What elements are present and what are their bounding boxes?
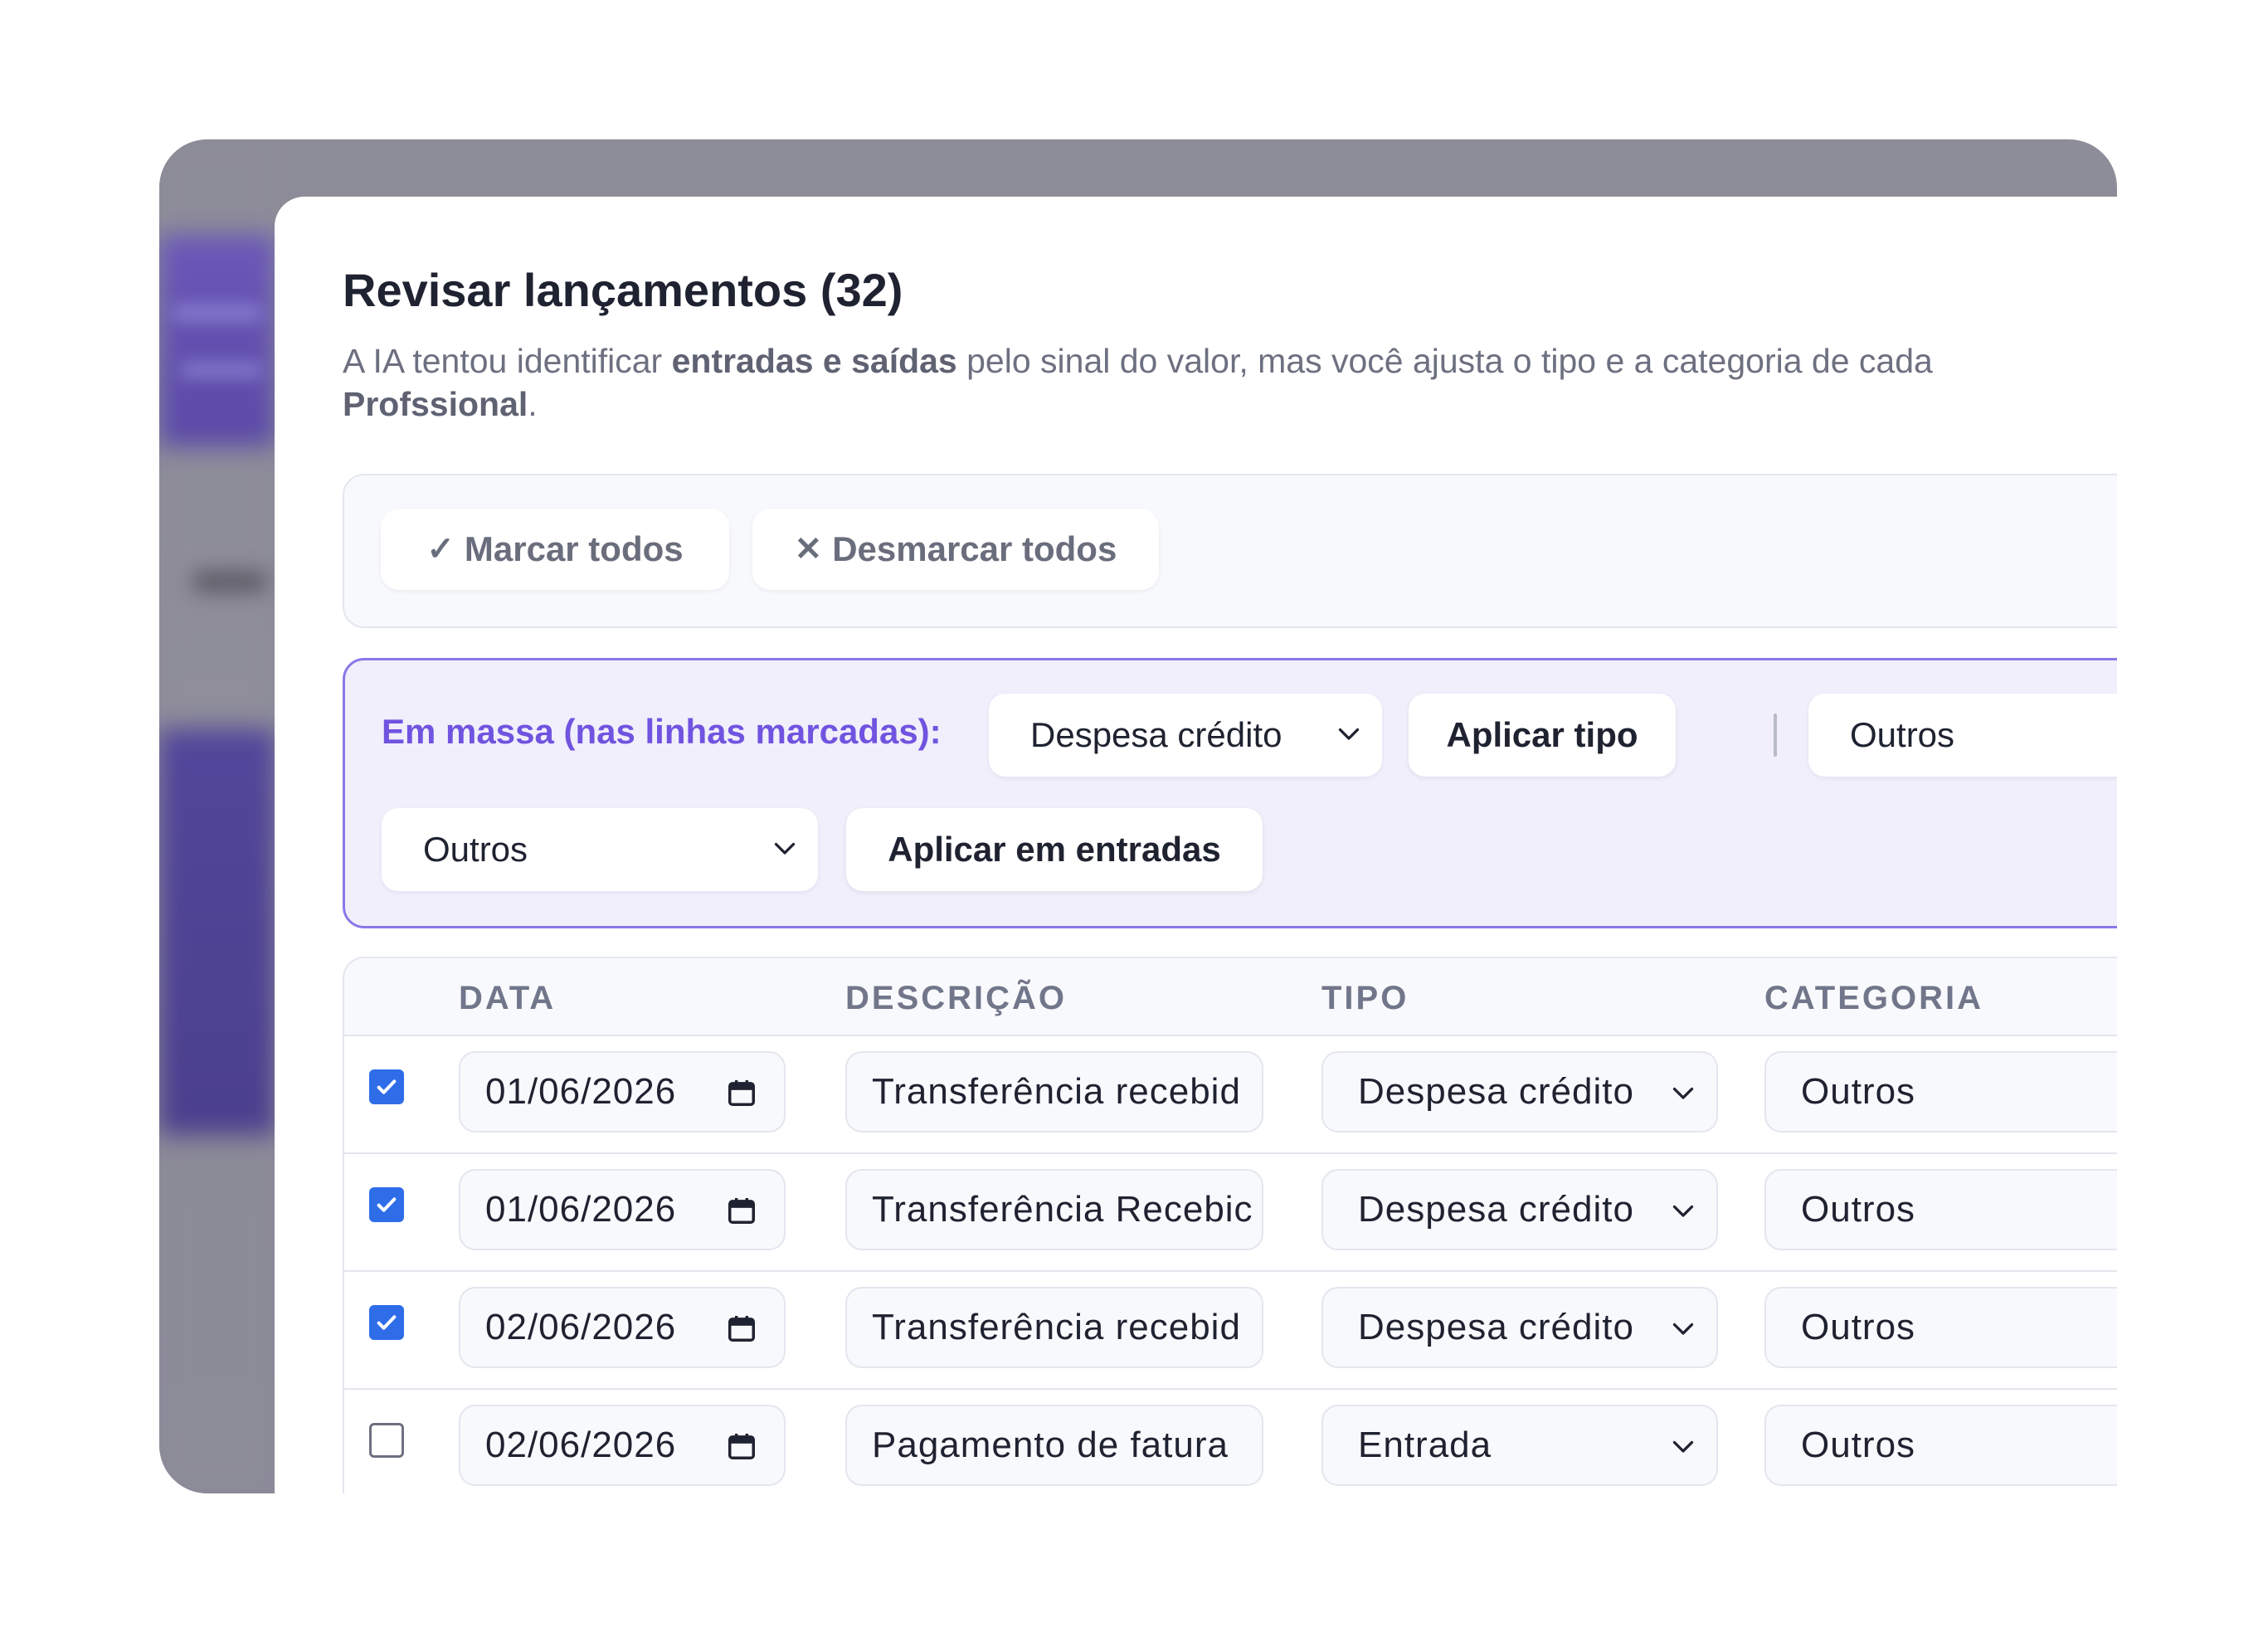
chevron-down-icon bbox=[1672, 1323, 1694, 1335]
calendar-icon[interactable] bbox=[726, 1076, 757, 1109]
date-input[interactable]: 02/06/2026 bbox=[459, 1287, 786, 1368]
header-date: DATA bbox=[459, 980, 557, 1016]
calendar-icon[interactable] bbox=[726, 1194, 757, 1227]
checkmark-icon bbox=[377, 1079, 397, 1094]
table-row: 01/06/2026 Transferência Recebic Despesa c… bbox=[344, 1152, 2117, 1272]
header-type: TIPO bbox=[1321, 980, 1409, 1016]
type-select[interactable]: Despesa crédito bbox=[1321, 1287, 1718, 1368]
bulk-entries-category-select[interactable]: Outros bbox=[382, 808, 818, 891]
background-blur bbox=[192, 571, 267, 592]
calendar-icon[interactable] bbox=[726, 1430, 757, 1463]
chevron-down-icon bbox=[1672, 1087, 1694, 1099]
checkmark-icon bbox=[377, 1315, 397, 1330]
review-modal: Revisar lançamentos (32) A IA tentou ide… bbox=[275, 197, 2266, 1541]
row-checkbox[interactable] bbox=[369, 1305, 404, 1340]
apply-type-button[interactable]: Aplicar tipo bbox=[1409, 694, 1676, 777]
apply-entries-button[interactable]: Aplicar em entradas bbox=[846, 808, 1263, 891]
row-checkbox[interactable] bbox=[369, 1423, 404, 1458]
category-select[interactable]: Outros bbox=[1764, 1405, 2117, 1486]
table-row: 02/06/2026 Pagamento de fatura Entrada Outr… bbox=[344, 1388, 2117, 1493]
checkmark-icon bbox=[377, 1197, 397, 1212]
description-input[interactable]: Transferência recebid bbox=[845, 1051, 1263, 1133]
modal-description: A IA tentou identificar entradas e saída… bbox=[343, 342, 1933, 423]
chevron-down-icon bbox=[1672, 1205, 1694, 1217]
table-row: 01/06/2026 Transferência recebid Despesa c… bbox=[344, 1035, 2117, 1154]
table-header: DATA DESCRIÇÃO TIPO CATEGORIA bbox=[344, 958, 2117, 1036]
modal-title: Revisar lançamentos (32) bbox=[343, 264, 903, 316]
chevron-down-icon bbox=[1672, 1440, 1694, 1453]
header-category: CATEGORIA bbox=[1764, 980, 1984, 1016]
background-blur bbox=[180, 363, 263, 377]
type-select[interactable]: Entrada bbox=[1321, 1405, 1718, 1486]
chevron-down-icon bbox=[1338, 728, 1360, 740]
select-all-button[interactable]: ✓ Marcar todos bbox=[381, 509, 729, 590]
selection-toolbar: ✓ Marcar todos ✕ Desmarcar todos bbox=[343, 474, 2117, 628]
chevron-down-icon bbox=[774, 842, 796, 855]
bulk-category-select[interactable]: Outros bbox=[1808, 694, 2117, 777]
divider bbox=[1774, 714, 1777, 757]
category-select[interactable]: Outros bbox=[1764, 1287, 2117, 1368]
table-row: 02/06/2026 Transferência recebid Despesa c… bbox=[344, 1270, 2117, 1390]
date-input[interactable]: 01/06/2026 bbox=[459, 1169, 786, 1250]
description-input[interactable]: Pagamento de fatura bbox=[845, 1405, 1263, 1486]
category-select[interactable]: Outros bbox=[1764, 1051, 2117, 1133]
row-checkbox[interactable] bbox=[369, 1187, 404, 1222]
type-select[interactable]: Despesa crédito bbox=[1321, 1051, 1718, 1133]
row-checkbox[interactable] bbox=[369, 1069, 404, 1104]
check-icon: ✓ bbox=[426, 531, 455, 568]
deselect-all-button[interactable]: ✕ Desmarcar todos bbox=[752, 509, 1159, 590]
entries-table: DATA DESCRIÇÃO TIPO CATEGORIA 01/06/2026… bbox=[343, 957, 2117, 1493]
bulk-type-select[interactable]: Despesa crédito bbox=[989, 694, 1382, 777]
header-description: DESCRIÇÃO bbox=[845, 980, 1068, 1016]
bulk-actions-panel: Em massa (nas linhas marcadas): Despesa … bbox=[343, 658, 2117, 928]
description-input[interactable]: Transferência recebid bbox=[845, 1287, 1263, 1368]
calendar-icon[interactable] bbox=[726, 1312, 757, 1345]
date-input[interactable]: 01/06/2026 bbox=[459, 1051, 786, 1133]
background-sidebar bbox=[159, 139, 275, 1493]
background-blur bbox=[172, 305, 263, 320]
type-select[interactable]: Despesa crédito bbox=[1321, 1169, 1718, 1250]
description-input[interactable]: Transferência Recebic bbox=[845, 1169, 1263, 1250]
category-select[interactable]: Outros bbox=[1764, 1169, 2117, 1250]
date-input[interactable]: 02/06/2026 bbox=[459, 1405, 786, 1486]
close-icon: ✕ bbox=[794, 531, 823, 568]
bulk-actions-label: Em massa (nas linhas marcadas): bbox=[382, 712, 942, 751]
